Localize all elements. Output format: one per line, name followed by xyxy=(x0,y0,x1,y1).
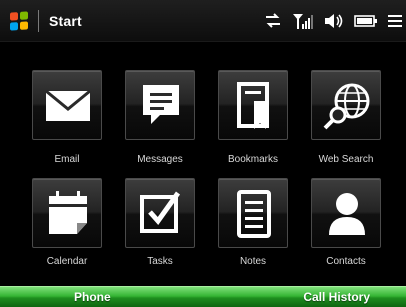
tile-email[interactable]: Email xyxy=(27,42,107,165)
battery-icon[interactable] xyxy=(354,14,378,28)
tile-label: Email xyxy=(54,154,80,165)
tile-bookmarks-box xyxy=(218,70,288,140)
signal-icon[interactable] xyxy=(292,12,314,30)
tile-contacts-box xyxy=(311,178,381,248)
softkey-bar: Phone Call History xyxy=(0,286,406,307)
tile-calendar-box xyxy=(32,178,102,248)
tile-label: Calendar xyxy=(46,256,88,267)
tile-notes-box xyxy=(218,178,288,248)
connectivity-icon[interactable] xyxy=(264,13,282,29)
tile-notes[interactable]: Notes xyxy=(213,178,293,284)
tile-label: Tasks xyxy=(147,256,173,267)
tile-label: Web Search xyxy=(318,154,374,165)
tile-web-search-box xyxy=(311,70,381,140)
tile-tasks[interactable]: Tasks xyxy=(120,178,200,284)
start-menu-button[interactable]: Start xyxy=(0,0,82,41)
tile-web-search[interactable]: Web Search xyxy=(306,42,386,165)
volume-icon[interactable] xyxy=(324,13,344,29)
tile-tasks-box xyxy=(125,178,195,248)
tile-label: Messages xyxy=(137,154,183,165)
notes-icon xyxy=(237,190,271,238)
tile-bookmarks[interactable]: Bookmarks xyxy=(213,42,293,165)
menu-icon[interactable] xyxy=(388,13,402,29)
bookmark-icon xyxy=(237,82,269,129)
tile-email-box xyxy=(32,70,102,140)
start-label: Start xyxy=(49,12,82,29)
tile-label: Bookmarks xyxy=(227,154,278,165)
start-grid: Email Messages Bookmarks Web Search Cale… xyxy=(0,42,406,286)
person-icon xyxy=(329,193,365,235)
globe-search-icon xyxy=(323,83,370,130)
status-bar: Start xyxy=(0,0,406,42)
call-history-softkey[interactable]: Call History xyxy=(303,290,370,304)
tile-contacts[interactable]: Contacts xyxy=(306,178,386,284)
tile-calendar[interactable]: Calendar xyxy=(27,178,107,284)
tile-label: Notes xyxy=(239,256,267,267)
calendar-icon xyxy=(49,191,87,234)
phone-softkey[interactable]: Phone xyxy=(74,290,111,304)
speech-bubble-icon xyxy=(143,85,179,124)
divider xyxy=(38,9,39,32)
tile-label: Contacts xyxy=(326,256,366,267)
tile-messages-box xyxy=(125,70,195,140)
windows-logo-icon xyxy=(10,10,28,31)
checkbox-icon xyxy=(140,191,181,233)
envelope-icon xyxy=(45,89,91,121)
tile-messages[interactable]: Messages xyxy=(120,42,200,165)
